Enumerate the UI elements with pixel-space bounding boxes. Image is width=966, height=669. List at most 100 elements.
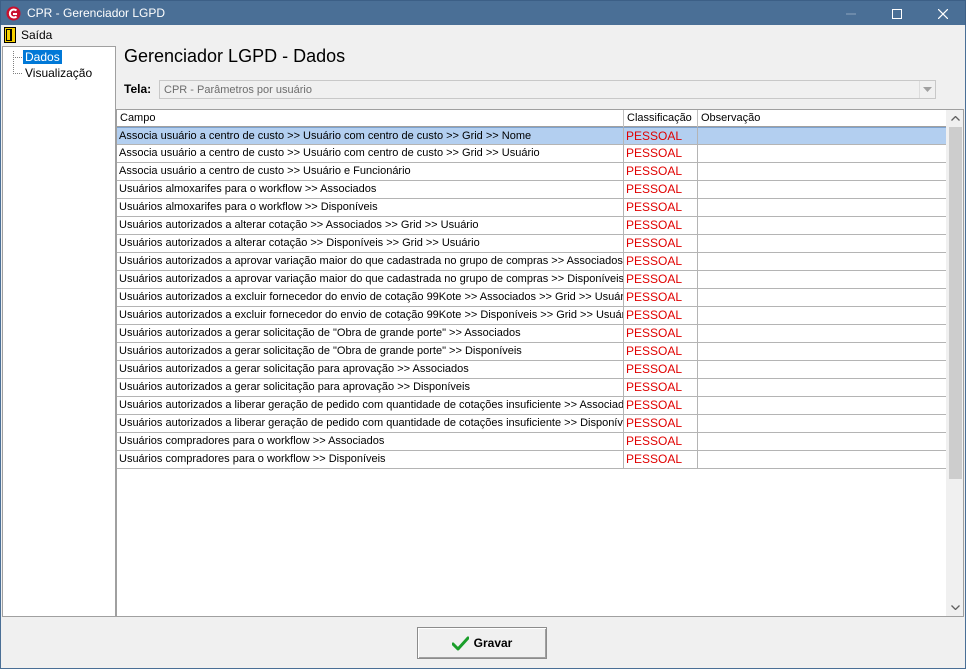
table-row[interactable]: Associa usuário a centro de custo >> Usu… [117, 163, 947, 181]
table-row[interactable]: Usuários autorizados a gerar solicitação… [117, 325, 947, 343]
menu-saida[interactable]: Saída [4, 27, 52, 43]
cell-observacao[interactable] [698, 199, 947, 217]
cell-classificacao[interactable]: PESSOAL [624, 433, 698, 451]
column-header-classificacao[interactable]: Classificação [624, 110, 698, 127]
scroll-up-button[interactable] [947, 110, 963, 127]
cell-campo[interactable]: Usuários almoxarifes para o workflow >> … [117, 199, 624, 217]
table-row[interactable]: Usuários autorizados a excluir fornecedo… [117, 307, 947, 325]
cell-classificacao[interactable]: PESSOAL [624, 361, 698, 379]
cell-campo[interactable]: Usuários autorizados a excluir fornecedo… [117, 289, 624, 307]
cell-observacao[interactable] [698, 235, 947, 253]
table-row[interactable]: Usuários almoxarifes para o workflow >> … [117, 199, 947, 217]
table-row[interactable]: Usuários autorizados a aprovar variação … [117, 271, 947, 289]
table-row[interactable]: Usuários autorizados a gerar solicitação… [117, 343, 947, 361]
table-row[interactable]: Usuários autorizados a gerar solicitação… [117, 379, 947, 397]
cell-campo[interactable]: Usuários autorizados a gerar solicitação… [117, 379, 624, 397]
cell-campo[interactable]: Usuários autorizados a aprovar variação … [117, 271, 624, 289]
scroll-thumb[interactable] [949, 127, 962, 479]
maximize-button[interactable] [874, 1, 920, 26]
cell-campo[interactable]: Usuários almoxarifes para o workflow >> … [117, 181, 624, 199]
chevron-up-icon [951, 116, 960, 121]
table-row[interactable]: Usuários autorizados a aprovar variação … [117, 253, 947, 271]
tela-select[interactable]: CPR - Parâmetros por usuário [159, 80, 936, 99]
cell-campo[interactable]: Usuários autorizados a gerar solicitação… [117, 343, 624, 361]
cell-classificacao[interactable]: PESSOAL [624, 235, 698, 253]
gravar-label: Gravar [473, 636, 513, 650]
cell-campo[interactable]: Usuários autorizados a aprovar variação … [117, 253, 624, 271]
cell-classificacao[interactable]: PESSOAL [624, 397, 698, 415]
cell-observacao[interactable] [698, 379, 947, 397]
cell-observacao[interactable] [698, 271, 947, 289]
cell-observacao[interactable] [698, 253, 947, 271]
cell-campo[interactable]: Usuários autorizados a gerar solicitação… [117, 325, 624, 343]
cell-campo[interactable]: Associa usuário a centro de custo >> Usu… [117, 127, 624, 145]
cell-classificacao[interactable]: PESSOAL [624, 145, 698, 163]
table-row[interactable]: Usuários autorizados a gerar solicitação… [117, 361, 947, 379]
cell-observacao[interactable] [698, 127, 947, 145]
cell-observacao[interactable] [698, 307, 947, 325]
checkmark-icon [451, 636, 469, 650]
cell-observacao[interactable] [698, 343, 947, 361]
table-row[interactable]: Usuários compradores para o workflow >> … [117, 451, 947, 469]
cell-classificacao[interactable]: PESSOAL [624, 343, 698, 361]
minimize-button[interactable] [828, 1, 874, 26]
table-row[interactable]: Usuários autorizados a alterar cotação >… [117, 235, 947, 253]
cell-classificacao[interactable]: PESSOAL [624, 181, 698, 199]
cell-campo[interactable]: Usuários autorizados a liberar geração d… [117, 397, 624, 415]
table-row[interactable]: Associa usuário a centro de custo >> Usu… [117, 145, 947, 163]
table-row[interactable]: Usuários almoxarifes para o workflow >> … [117, 181, 947, 199]
cell-campo[interactable]: Associa usuário a centro de custo >> Usu… [117, 163, 624, 181]
table-row[interactable]: Usuários autorizados a excluir fornecedo… [117, 289, 947, 307]
cell-observacao[interactable] [698, 433, 947, 451]
cell-observacao[interactable] [698, 181, 947, 199]
cell-classificacao[interactable]: PESSOAL [624, 415, 698, 433]
tree-item-dados[interactable]: Dados [23, 50, 62, 64]
cell-classificacao[interactable]: PESSOAL [624, 451, 698, 469]
cell-observacao[interactable] [698, 289, 947, 307]
vertical-scrollbar[interactable] [946, 110, 963, 616]
table-row[interactable]: Usuários autorizados a liberar geração d… [117, 397, 947, 415]
cell-campo[interactable]: Associa usuário a centro de custo >> Usu… [117, 145, 624, 163]
cell-classificacao[interactable]: PESSOAL [624, 379, 698, 397]
cell-classificacao[interactable]: PESSOAL [624, 253, 698, 271]
cell-observacao[interactable] [698, 325, 947, 343]
table-row[interactable]: Usuários compradores para o workflow >> … [117, 433, 947, 451]
cell-observacao[interactable] [698, 217, 947, 235]
cell-observacao[interactable] [698, 361, 947, 379]
cell-classificacao[interactable]: PESSOAL [624, 217, 698, 235]
cell-campo[interactable]: Usuários autorizados a alterar cotação >… [117, 217, 624, 235]
cell-classificacao[interactable]: PESSOAL [624, 127, 698, 145]
column-header-campo[interactable]: Campo [117, 110, 624, 127]
cell-campo[interactable]: Usuários autorizados a excluir fornecedo… [117, 307, 624, 325]
cell-observacao[interactable] [698, 451, 947, 469]
tela-select-value: CPR - Parâmetros por usuário [164, 84, 312, 96]
tela-dropdown-button[interactable] [919, 81, 935, 98]
close-icon [938, 8, 948, 19]
cell-classificacao[interactable]: PESSOAL [624, 199, 698, 217]
cell-campo[interactable]: Usuários autorizados a liberar geração d… [117, 415, 624, 433]
cell-observacao[interactable] [698, 145, 947, 163]
menu-saida-label: Saída [21, 28, 53, 42]
table-row[interactable]: Usuários autorizados a liberar geração d… [117, 415, 947, 433]
cell-classificacao[interactable]: PESSOAL [624, 289, 698, 307]
column-header-observacao[interactable]: Observação [698, 110, 947, 127]
cell-observacao[interactable] [698, 397, 947, 415]
table-row[interactable]: Associa usuário a centro de custo >> Usu… [117, 127, 947, 145]
cell-observacao[interactable] [698, 163, 947, 181]
cell-classificacao[interactable]: PESSOAL [624, 325, 698, 343]
cell-campo[interactable]: Usuários autorizados a gerar solicitação… [117, 361, 624, 379]
cell-campo[interactable]: Usuários compradores para o workflow >> … [117, 433, 624, 451]
cell-observacao[interactable] [698, 415, 947, 433]
maximize-icon [892, 8, 902, 19]
cell-campo[interactable]: Usuários compradores para o workflow >> … [117, 451, 624, 469]
close-button[interactable] [920, 1, 966, 26]
cell-classificacao[interactable]: PESSOAL [624, 163, 698, 181]
scroll-down-button[interactable] [947, 599, 963, 616]
cell-classificacao[interactable]: PESSOAL [624, 307, 698, 325]
gravar-button[interactable]: Gravar [417, 627, 547, 659]
cell-campo[interactable]: Usuários autorizados a alterar cotação >… [117, 235, 624, 253]
table-row[interactable]: Usuários autorizados a alterar cotação >… [117, 217, 947, 235]
title-bar: CPR - Gerenciador LGPD [0, 0, 966, 25]
tree-item-visualizacao[interactable]: Visualização [23, 66, 94, 80]
cell-classificacao[interactable]: PESSOAL [624, 271, 698, 289]
